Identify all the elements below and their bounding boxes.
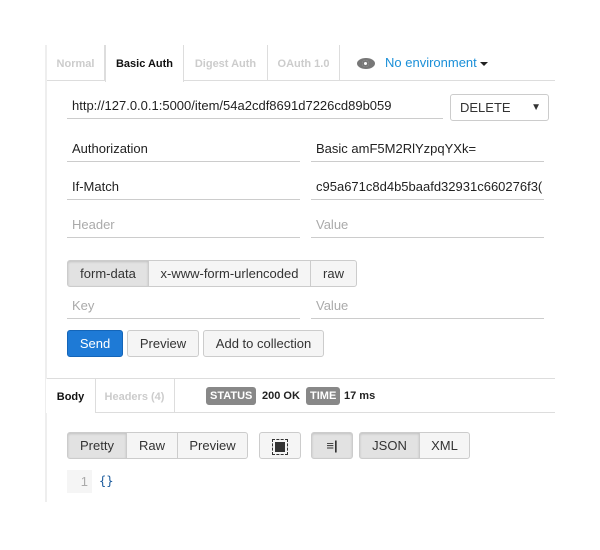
add-to-collection-button[interactable]: Add to collection [203, 330, 324, 357]
status-value: 200 OK [262, 390, 300, 402]
form-key-input[interactable]: Key [67, 293, 300, 319]
header-key-input[interactable]: If-Match [67, 174, 300, 200]
wrap-lines-button[interactable]: ≡| [311, 432, 353, 459]
header-value-input[interactable]: Basic amF5M2RlYzpqYXk= [311, 136, 544, 162]
caret-down-icon [479, 61, 488, 66]
header-key-placeholder[interactable]: Header [67, 212, 300, 238]
header-value-placeholder[interactable]: Value [311, 212, 544, 238]
environment-label: No environment [385, 55, 477, 70]
wrap-lines-icon: ≡| [326, 438, 338, 453]
send-button[interactable]: Send [67, 330, 123, 357]
preview-button[interactable]: Preview [127, 330, 199, 357]
method-select[interactable]: DELETE ▼ [450, 94, 549, 121]
tab-normal[interactable]: Normal [47, 45, 105, 81]
view-raw[interactable]: Raw [126, 432, 178, 459]
status-badge: STATUS [206, 387, 257, 405]
body-mode-raw[interactable]: raw [310, 260, 357, 287]
header-key-input[interactable]: Authorization [67, 136, 300, 162]
tab-digest-auth[interactable]: Digest Auth [184, 45, 268, 81]
body-mode-urlencoded[interactable]: x-www-form-urlencoded [148, 260, 311, 287]
environment-selector[interactable]: No environment [357, 55, 488, 70]
fullscreen-button[interactable] [259, 432, 301, 459]
view-pretty[interactable]: Pretty [67, 432, 127, 459]
format-xml[interactable]: XML [419, 432, 470, 459]
tab-headers[interactable]: Headers (4) [95, 379, 175, 413]
eye-icon[interactable] [357, 58, 375, 70]
time-value: 17 ms [344, 390, 376, 402]
form-value-input[interactable]: Value [311, 293, 544, 319]
view-preview[interactable]: Preview [177, 432, 248, 459]
response-tabs: Body Headers (4) [46, 378, 555, 413]
time-badge: TIME [306, 387, 341, 405]
tab-oauth[interactable]: OAuth 1.0 [268, 45, 340, 81]
body-mode-form-data[interactable]: form-data [67, 260, 149, 287]
header-value-input[interactable]: c95a671c8d4b5baafd32931c660276f3( [311, 174, 544, 200]
line-number: 1 [67, 470, 92, 493]
dropdown-arrow-icon: ▼ [531, 102, 541, 113]
url-input[interactable]: http://127.0.0.1:5000/item/54a2cdf8691d7… [67, 93, 443, 119]
left-border [45, 45, 47, 502]
fullscreen-icon [272, 438, 288, 455]
tab-basic-auth[interactable]: Basic Auth [105, 45, 184, 82]
format-json[interactable]: JSON [359, 432, 420, 459]
response-body: {} [99, 474, 114, 488]
tab-body[interactable]: Body [46, 379, 96, 413]
method-value: DELETE [460, 100, 511, 115]
